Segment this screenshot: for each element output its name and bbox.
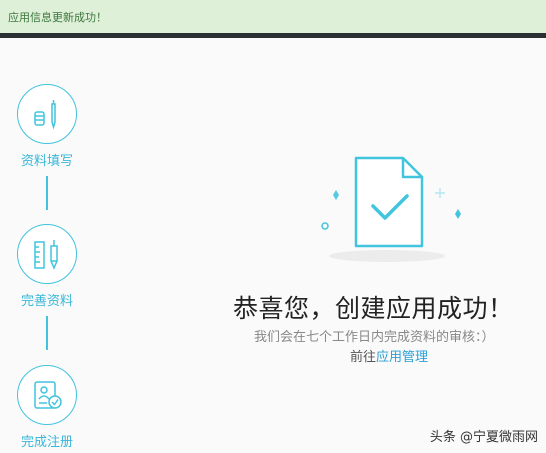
app-management-link[interactable]: 应用管理 bbox=[376, 350, 428, 365]
ruler-pencil-icon bbox=[34, 240, 58, 270]
step-connector-2 bbox=[46, 316, 48, 350]
watermark: 头条 @宁夏微雨网 bbox=[429, 430, 538, 445]
profile-check-icon bbox=[34, 381, 62, 409]
goto-prefix: 前往 bbox=[350, 350, 377, 365]
success-alert: 应用信息更新成功！ bbox=[0, 0, 546, 33]
step-1-label: 资料填写 bbox=[20, 154, 73, 169]
step-2-label: 完善资料 bbox=[20, 294, 73, 309]
success-title: 恭喜您，创建应用成功！ bbox=[233, 294, 514, 323]
step-3-label: 完成注册 bbox=[20, 435, 73, 450]
step-connector-1 bbox=[46, 176, 48, 210]
step-1-circle bbox=[17, 84, 77, 144]
step-3-circle bbox=[17, 365, 77, 425]
registration-steps: 资料填写 完善资料 完成注册 bbox=[0, 38, 100, 453]
pencil-icon bbox=[34, 100, 56, 130]
success-document-icon bbox=[321, 156, 461, 262]
goto-line: 前往应用管理 bbox=[350, 346, 428, 365]
review-notice: 我们会在七个工作日内完成资料的审核：） bbox=[254, 330, 495, 345]
step-2-circle bbox=[17, 224, 77, 284]
success-alert-text: 应用信息更新成功！ bbox=[8, 11, 107, 24]
